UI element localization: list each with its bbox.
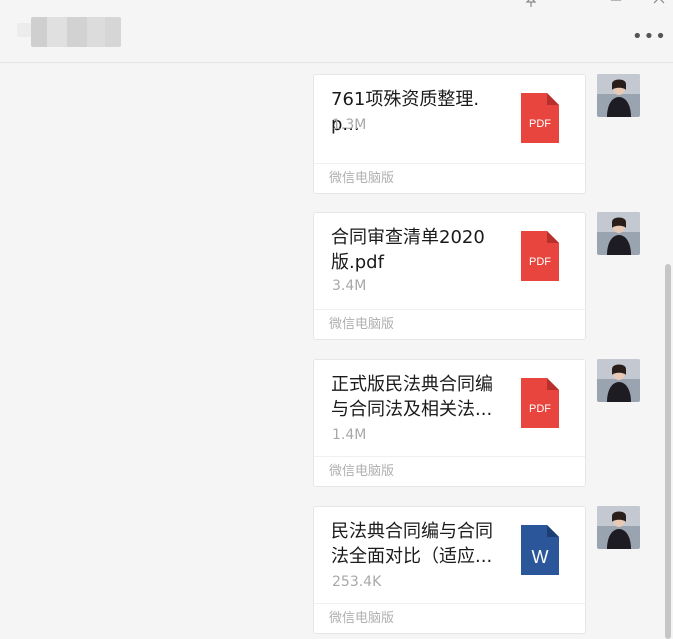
chat-area[interactable]: 761项殊资质整理.p... 1.3M PDF 微信电脑版 合同审查清单2020… xyxy=(0,64,673,639)
minimize-icon[interactable] xyxy=(563,0,583,10)
file-card[interactable]: 正式版民法典合同编 与合同法及相关法... 1.4M PDF 微信电脑版 xyxy=(313,359,586,487)
file-card[interactable]: 761项殊资质整理.p... 1.3M PDF 微信电脑版 xyxy=(313,74,586,194)
pdf-file-icon: PDF xyxy=(521,93,559,143)
file-type-label: PDF xyxy=(529,118,551,130)
avatar[interactable] xyxy=(597,506,640,549)
file-size: 1.3M xyxy=(332,117,367,133)
file-card[interactable]: 合同审查清单2020 版.pdf 3.4M PDF 微信电脑版 xyxy=(313,212,586,340)
avatar[interactable] xyxy=(597,74,640,117)
pdf-file-icon: PDF xyxy=(521,378,559,428)
more-options-button[interactable]: ••• xyxy=(632,28,666,49)
avatar[interactable] xyxy=(597,212,640,255)
word-file-icon: W xyxy=(521,525,559,575)
file-name: 民法典合同编与合同 法全面对比（适应... xyxy=(331,521,493,567)
pdf-file-icon: PDF xyxy=(521,231,559,281)
file-name: 合同审查清单2020 版.pdf xyxy=(331,227,485,273)
message-item: 合同审查清单2020 版.pdf 3.4M PDF 微信电脑版 xyxy=(0,212,660,352)
message-item: 正式版民法典合同编 与合同法及相关法... 1.4M PDF 微信电脑版 xyxy=(0,359,660,499)
maximize-icon[interactable] xyxy=(606,0,626,10)
source-label: 微信电脑版 xyxy=(314,603,585,633)
file-size: 253.4K xyxy=(332,574,382,590)
file-size: 1.4M xyxy=(332,427,367,443)
avatar[interactable] xyxy=(597,359,640,402)
file-size: 3.4M xyxy=(332,278,367,294)
file-type-label: W xyxy=(532,547,549,567)
pin-icon[interactable] xyxy=(521,0,541,10)
source-label: 微信电脑版 xyxy=(314,163,585,193)
file-type-label: PDF xyxy=(529,256,551,268)
contact-name-blurred xyxy=(17,17,121,47)
file-type-label: PDF xyxy=(529,403,551,415)
scrollbar[interactable] xyxy=(665,264,671,639)
file-name: 正式版民法典合同编 与合同法及相关法... xyxy=(331,374,493,420)
source-label: 微信电脑版 xyxy=(314,309,585,339)
close-icon[interactable] xyxy=(649,0,669,10)
source-label: 微信电脑版 xyxy=(314,456,585,486)
message-item: 761项殊资质整理.p... 1.3M PDF 微信电脑版 xyxy=(0,74,660,214)
chat-header: ••• xyxy=(0,0,673,63)
file-card[interactable]: 民法典合同编与合同 法全面对比（适应... 253.4K W 微信电脑版 xyxy=(313,506,586,634)
message-item: 民法典合同编与合同 法全面对比（适应... 253.4K W 微信电脑版 xyxy=(0,506,660,639)
